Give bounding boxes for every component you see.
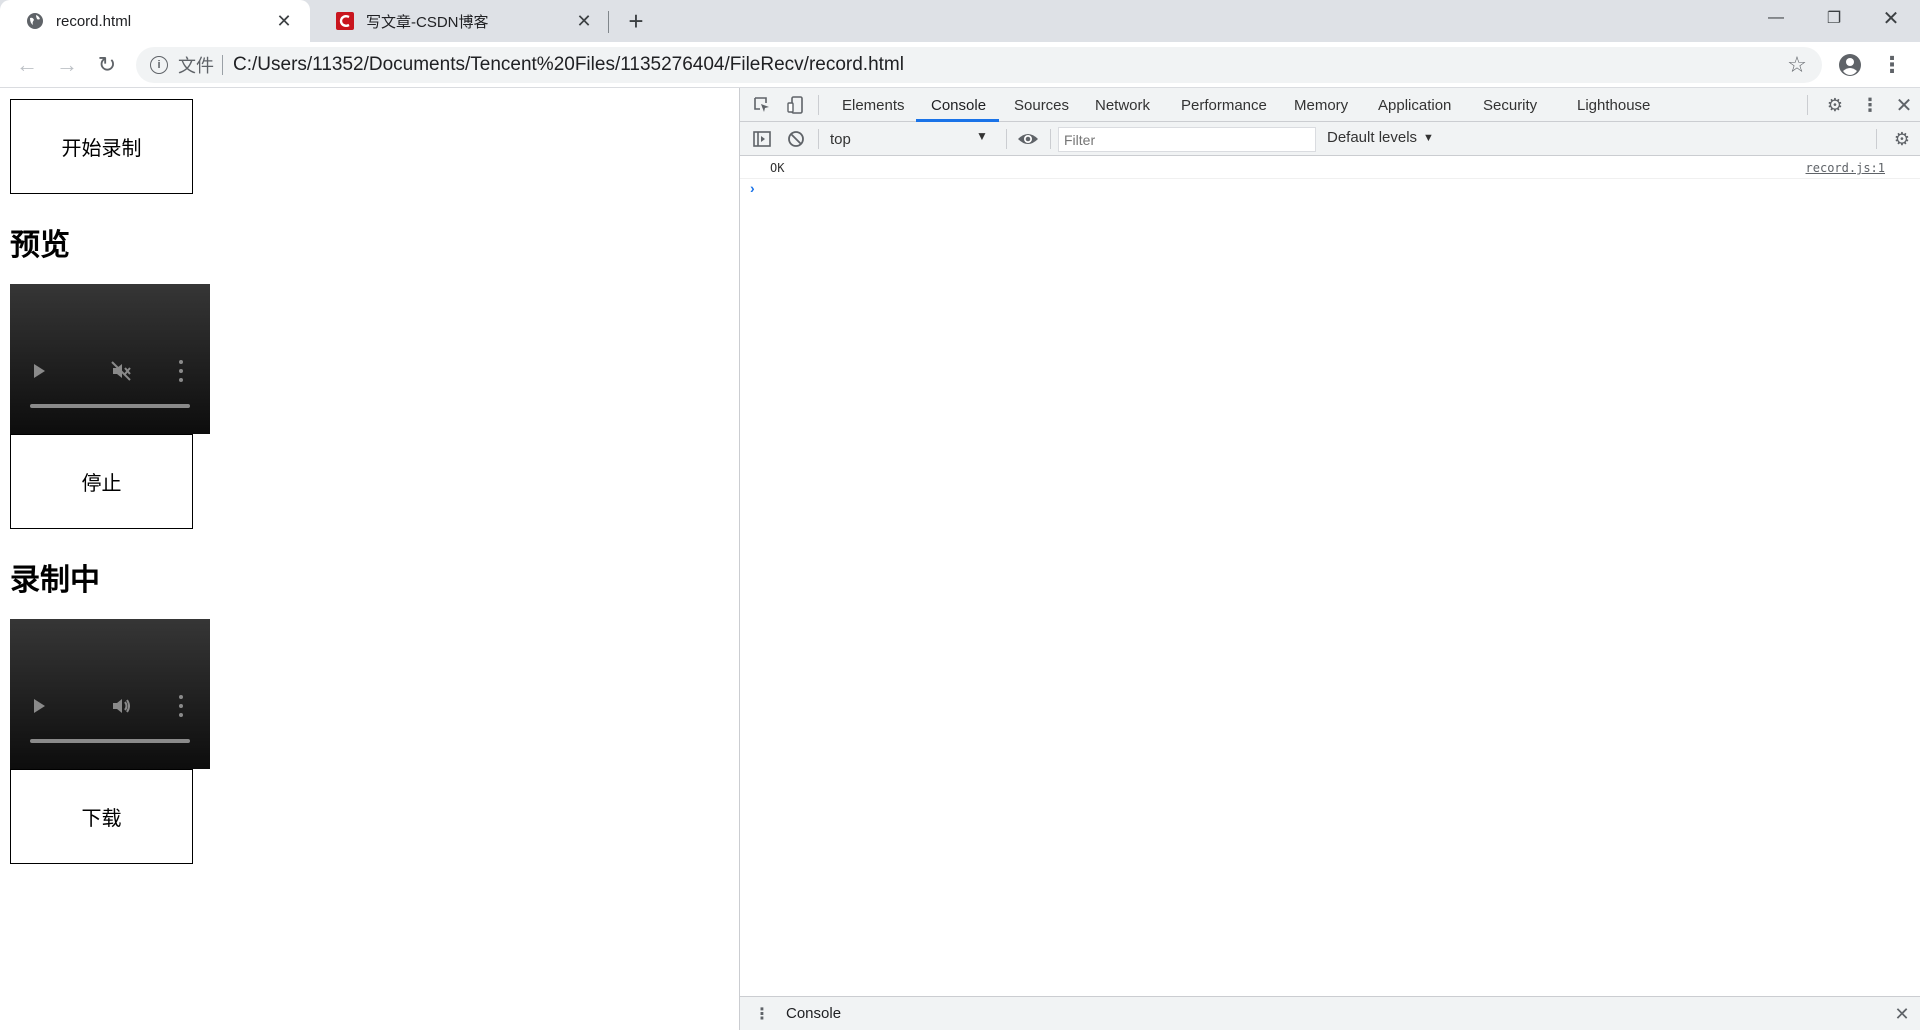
devtools-drawer: ⋮ Console ✕ bbox=[740, 996, 1920, 1030]
devtools-tab-performance[interactable]: Performance bbox=[1181, 88, 1267, 122]
tab-strip: record.html ✕ 写文章-CSDN博客 ✕ + — ❐ ✕ bbox=[0, 0, 1920, 42]
toolbar-separator bbox=[1807, 95, 1808, 115]
tab-record-html[interactable]: record.html ✕ bbox=[0, 0, 310, 42]
video-progress-bar[interactable] bbox=[30, 739, 190, 743]
stop-button[interactable]: 停止 bbox=[10, 434, 193, 529]
browser-toolbar: ← → ↻ i 文件 C:/Users/11352/Documents/Tenc… bbox=[0, 42, 1920, 88]
live-expression-eye-icon[interactable] bbox=[1016, 127, 1040, 151]
tab-close-icon[interactable]: ✕ bbox=[572, 9, 596, 33]
toolbar-separator bbox=[818, 95, 819, 115]
recording-video[interactable] bbox=[10, 619, 210, 769]
video-progress-bar[interactable] bbox=[30, 404, 190, 408]
minimize-button[interactable]: — bbox=[1747, 0, 1805, 36]
address-bar[interactable]: i 文件 C:/Users/11352/Documents/Tencent%20… bbox=[136, 47, 1822, 83]
console-settings-gear-icon[interactable]: ⚙ bbox=[1890, 127, 1914, 151]
devtools-tab-sources[interactable]: Sources bbox=[1014, 88, 1069, 122]
console-filter-input[interactable] bbox=[1058, 127, 1316, 152]
more-options-icon[interactable]: ⋮ bbox=[1858, 93, 1882, 117]
device-toolbar-icon[interactable] bbox=[784, 93, 808, 117]
console-message-source-link[interactable]: record.js:1 bbox=[1806, 161, 1885, 175]
inspect-element-icon[interactable] bbox=[750, 93, 774, 117]
devtools-tab-bar: Elements Console Sources Network Perform… bbox=[740, 88, 1920, 122]
dropdown-arrow-icon[interactable]: ▼ bbox=[976, 129, 988, 143]
tab-csdn[interactable]: 写文章-CSDN博客 ✕ bbox=[310, 0, 610, 42]
devtools-tab-application[interactable]: Application bbox=[1378, 88, 1451, 122]
profile-avatar-icon[interactable] bbox=[1836, 51, 1864, 79]
csdn-logo-icon bbox=[336, 12, 354, 30]
clear-console-icon[interactable] bbox=[784, 127, 808, 151]
console-toolbar: top ▼ Default levels ▼ ⚙ bbox=[740, 122, 1920, 156]
bookmark-star-icon[interactable]: ☆ bbox=[1784, 52, 1810, 78]
console-message-text: OK bbox=[770, 161, 785, 175]
browser-menu-icon[interactable]: ⋮ bbox=[1878, 51, 1906, 79]
reload-icon[interactable]: ↻ bbox=[90, 48, 124, 82]
console-output[interactable]: OK record.js:1 › bbox=[740, 156, 1920, 996]
volume-icon[interactable] bbox=[110, 695, 132, 717]
new-tab-button[interactable]: + bbox=[622, 6, 650, 36]
window-close-button[interactable]: ✕ bbox=[1862, 0, 1920, 36]
drawer-menu-icon[interactable]: ⋮ bbox=[750, 1002, 774, 1026]
preview-heading: 预览 bbox=[10, 228, 70, 263]
forward-icon[interactable]: → bbox=[50, 48, 84, 82]
globe-icon bbox=[26, 12, 44, 30]
log-levels-label: Default levels bbox=[1327, 129, 1418, 146]
close-devtools-icon[interactable]: ✕ bbox=[1892, 93, 1916, 117]
restore-button[interactable]: ❐ bbox=[1805, 0, 1863, 36]
back-icon[interactable]: ← bbox=[10, 48, 44, 82]
address-url[interactable]: C:/Users/11352/Documents/Tencent%20Files… bbox=[233, 54, 904, 76]
devtools-tab-security[interactable]: Security bbox=[1483, 88, 1537, 122]
toolbar-separator bbox=[1006, 129, 1007, 149]
settings-gear-icon[interactable]: ⚙ bbox=[1823, 93, 1847, 117]
address-scheme-label: 文件 bbox=[178, 56, 214, 76]
address-divider bbox=[222, 55, 223, 75]
console-sidebar-icon[interactable] bbox=[750, 127, 774, 151]
drawer-close-icon[interactable]: ✕ bbox=[1890, 1002, 1914, 1026]
toolbar-separator bbox=[818, 129, 819, 149]
log-levels-dropdown[interactable]: Default levels ▼ bbox=[1327, 129, 1434, 146]
tab-title: 写文章-CSDN博客 bbox=[366, 13, 489, 31]
info-icon[interactable]: i bbox=[150, 56, 168, 74]
console-message: OK record.js:1 bbox=[740, 156, 1920, 179]
page-content: 开始录制 预览 停止 录制中 下载 bbox=[0, 88, 739, 1030]
video-more-icon[interactable] bbox=[178, 360, 184, 382]
tab-title: record.html bbox=[56, 12, 132, 30]
execution-context-select[interactable]: top bbox=[830, 129, 1000, 149]
preview-video[interactable] bbox=[10, 284, 210, 434]
devtools-panel: Elements Console Sources Network Perform… bbox=[739, 88, 1920, 1030]
tab-close-icon[interactable]: ✕ bbox=[272, 9, 296, 33]
muted-volume-icon[interactable] bbox=[110, 360, 132, 382]
devtools-tab-network[interactable]: Network bbox=[1095, 88, 1150, 122]
dropdown-arrow-icon: ▼ bbox=[1423, 131, 1434, 144]
video-more-icon[interactable] bbox=[178, 695, 184, 717]
devtools-tab-elements[interactable]: Elements bbox=[842, 88, 905, 122]
recording-heading: 录制中 bbox=[10, 563, 100, 598]
devtools-tab-memory[interactable]: Memory bbox=[1294, 88, 1348, 122]
play-icon[interactable] bbox=[34, 699, 45, 713]
start-recording-button[interactable]: 开始录制 bbox=[10, 99, 193, 194]
play-icon[interactable] bbox=[34, 364, 45, 378]
tab-separator bbox=[608, 11, 609, 33]
devtools-tab-lighthouse[interactable]: Lighthouse bbox=[1577, 88, 1650, 122]
toolbar-separator bbox=[1876, 129, 1877, 149]
download-button[interactable]: 下载 bbox=[10, 769, 193, 864]
console-prompt-icon[interactable]: › bbox=[750, 180, 755, 196]
devtools-tab-console[interactable]: Console bbox=[931, 88, 986, 122]
drawer-tab-console[interactable]: Console bbox=[786, 1005, 841, 1022]
toolbar-separator bbox=[1050, 129, 1051, 149]
